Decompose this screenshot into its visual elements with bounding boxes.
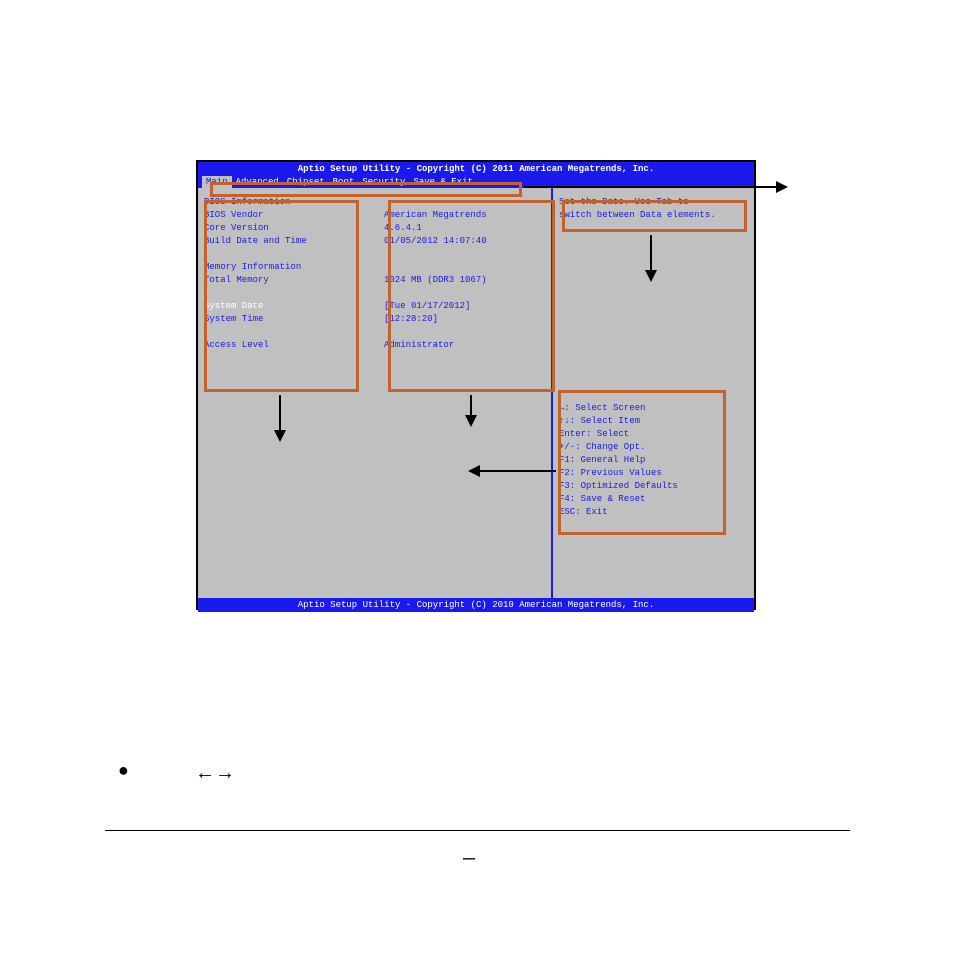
bios-footer: Aptio Setup Utility - Copyright (C) 2010… [198, 598, 754, 612]
menu-save-exit[interactable]: Save & Exit [409, 176, 476, 188]
bios-left-pane: BIOS Information BIOS VendorAmerican Meg… [198, 188, 553, 598]
context-help-1: Set the Date. Use Tab to [559, 196, 748, 209]
bios-main-area: BIOS Information BIOS VendorAmerican Meg… [198, 188, 754, 598]
system-time-value[interactable]: [12:28:20] [384, 313, 545, 326]
key-f3: F3: Optimized Defaults [559, 480, 748, 493]
system-time-label[interactable]: System Time [204, 313, 384, 326]
menu-advanced[interactable]: Advanced [232, 176, 283, 188]
bios-screen: Aptio Setup Utility - Copyright (C) 2011… [196, 160, 756, 610]
key-f2: F2: Previous Values [559, 467, 748, 480]
system-date-value[interactable]: [Tue 01/17/2012] [384, 300, 545, 313]
access-value: Administrator [384, 339, 545, 352]
key-change-opt: +/-: Change Opt. [559, 441, 748, 454]
key-esc: ESC: Exit [559, 506, 748, 519]
key-enter: Enter: Select [559, 428, 748, 441]
bios-info-header: BIOS Information [204, 196, 384, 209]
system-date-label[interactable]: System Date [204, 300, 384, 313]
doc-arrows-icon: ←→ [195, 762, 235, 785]
key-select-item: ↑↓: Select Item [559, 415, 748, 428]
bios-menu-bar: Main Advanced Chipset Boot Security Save… [198, 176, 754, 188]
vendor-value: American Megatrends [384, 209, 545, 222]
menu-chipset[interactable]: Chipset [283, 176, 329, 188]
context-help-2: switch between Data elements. [559, 209, 748, 222]
menu-security[interactable]: Security [358, 176, 409, 188]
key-help-block: ↔: Select Screen ↑↓: Select Item Enter: … [559, 402, 748, 519]
key-select-screen: ↔: Select Screen [559, 402, 748, 415]
mem-value: 1024 MB (DDR3 1067) [384, 274, 545, 287]
bios-title-bar: Aptio Setup Utility - Copyright (C) 2011… [198, 162, 754, 176]
doc-horizontal-rule [105, 830, 850, 831]
core-value: 4.6.4.1 [384, 222, 545, 235]
doc-bullet-icon: ● [118, 762, 129, 782]
doc-dash: — [463, 848, 475, 871]
menu-boot[interactable]: Boot [329, 176, 359, 188]
bios-right-pane: Set the Date. Use Tab to switch between … [553, 188, 754, 598]
build-value: 01/05/2012 14:07:40 [384, 235, 545, 248]
mem-label: Total Memory [204, 274, 384, 287]
build-label: Build Date and Time [204, 235, 384, 248]
key-f4: F4: Save & Reset [559, 493, 748, 506]
core-label: Core Version [204, 222, 384, 235]
key-f1: F1: General Help [559, 454, 748, 467]
vendor-label: BIOS Vendor [204, 209, 384, 222]
mem-header: Memory Information [204, 261, 384, 274]
access-label: Access Level [204, 339, 384, 352]
menu-main[interactable]: Main [202, 176, 232, 188]
